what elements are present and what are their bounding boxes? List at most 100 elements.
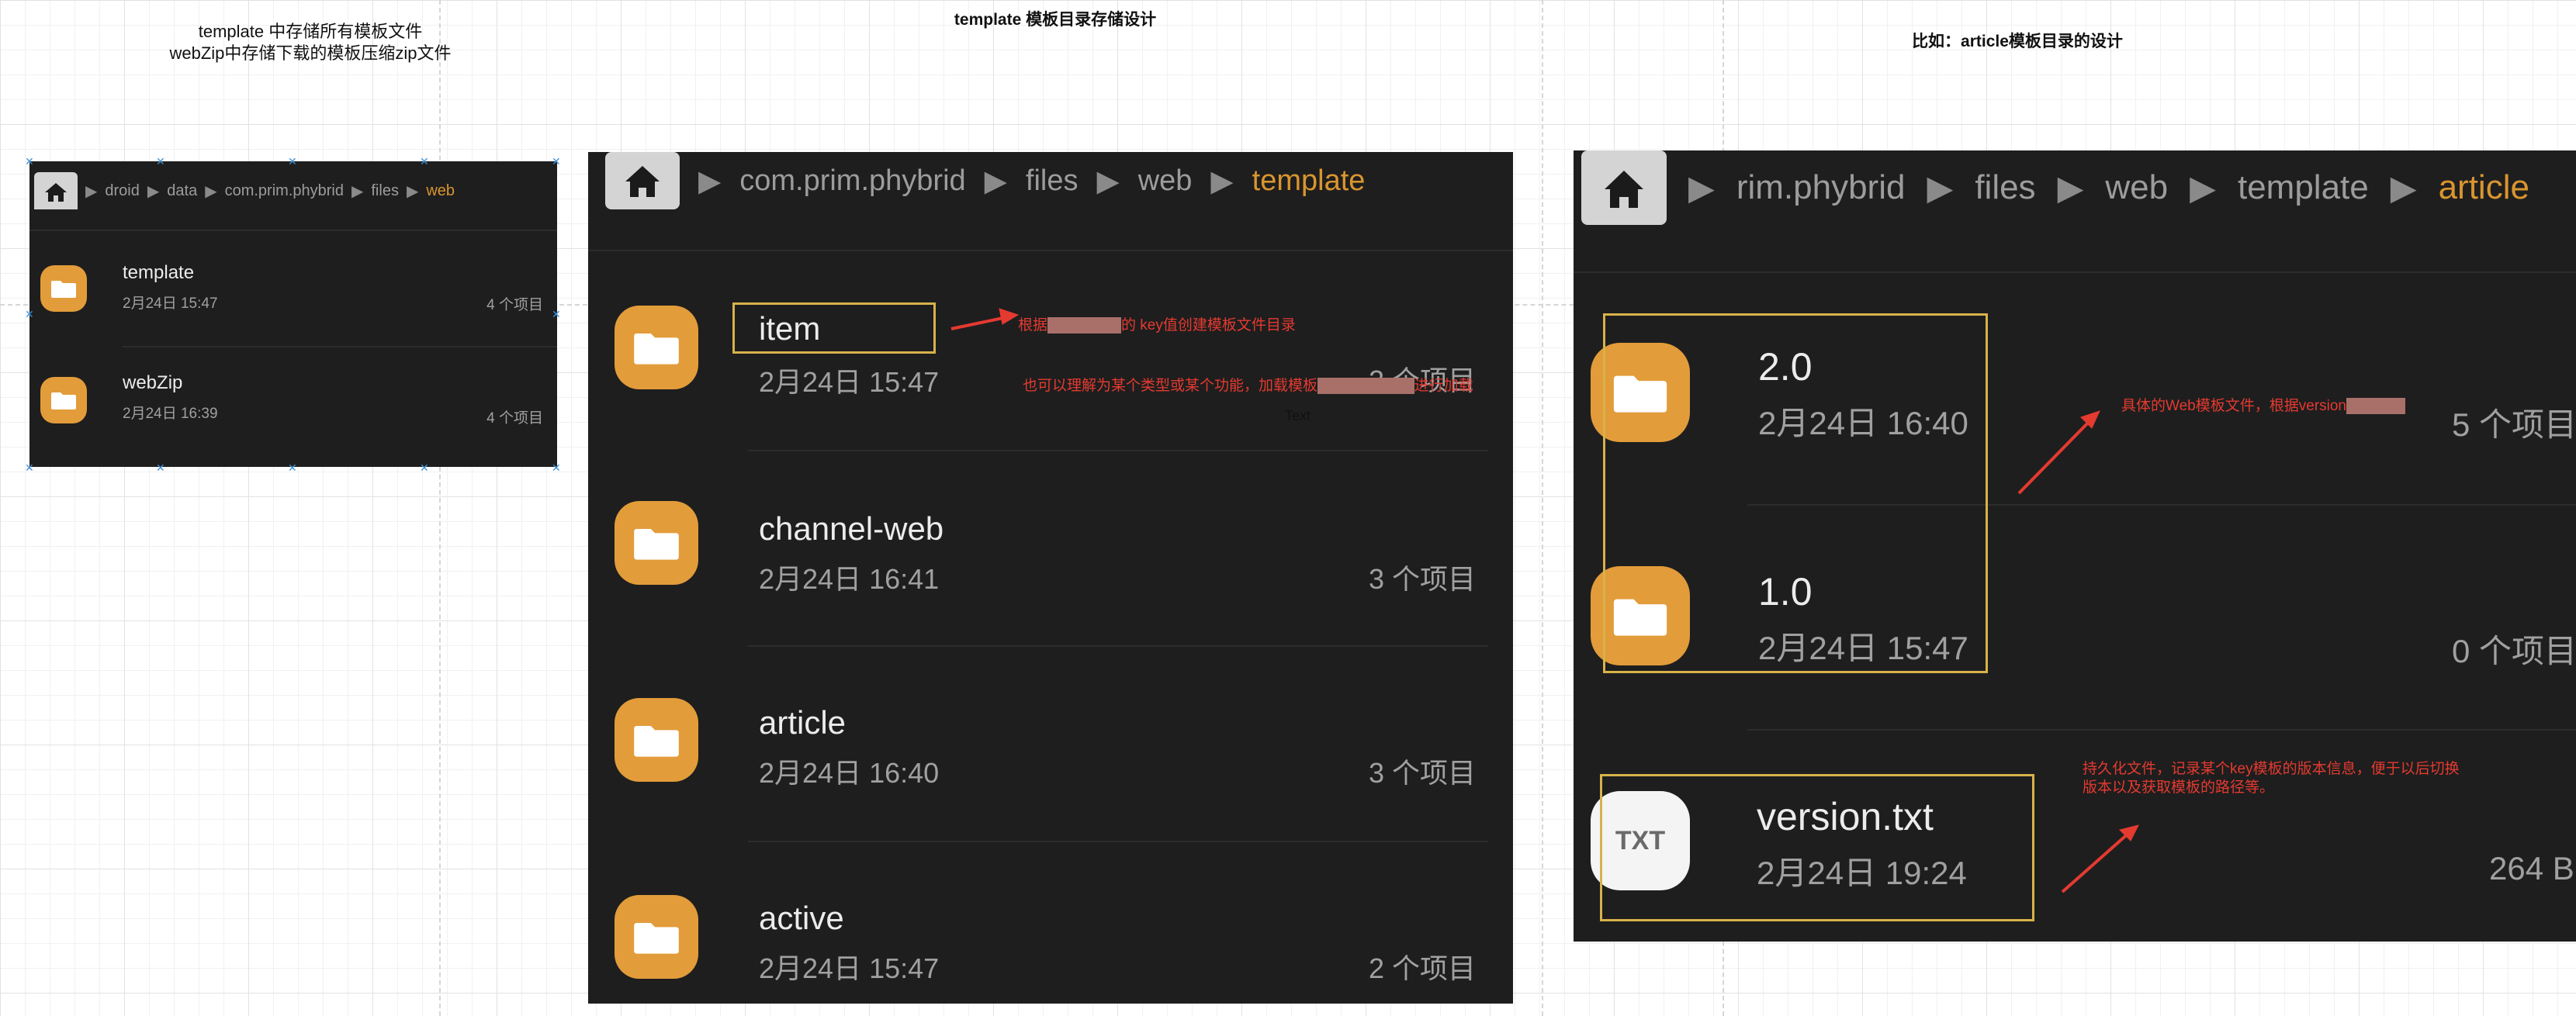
selection-handle[interactable]: ✕ (288, 462, 297, 473)
caption-left-line2: webZip中存储下载的模板压缩zip文件 (169, 43, 452, 63)
item-date: 2月24日 15:47 (759, 952, 940, 984)
annotation-redacted: 时根据这个key (1317, 378, 1414, 394)
folder-icon (40, 265, 87, 312)
chevron-right-icon: ▶ (1927, 168, 1954, 207)
selection-handle[interactable]: ✕ (420, 156, 429, 167)
annotation-text: 持久化文件，记录某个key模板的版本信息，便于以后切换 (2083, 761, 2460, 777)
divider (1747, 729, 2576, 731)
breadcrumb: ▶ com.prim.phybrid ▶ files ▶ web ▶ templ… (605, 152, 1365, 209)
chevron-right-icon: ▶ (984, 164, 1007, 198)
folder-icon (615, 306, 698, 389)
caption-left-line1: template 中存储所有模板文件 (198, 22, 423, 41)
guide-line (439, 0, 441, 1016)
highlight-box-version-file (1600, 774, 2034, 921)
annotation-text: 根据 (1018, 317, 1048, 333)
breadcrumb-item[interactable]: data (167, 182, 197, 200)
breadcrumb-active[interactable]: article (2439, 168, 2529, 207)
breadcrumb-item[interactable]: template (2238, 168, 2369, 207)
item-name: channel-web (759, 510, 944, 547)
chevron-right-icon: ▶ (1688, 168, 1715, 207)
breadcrumb-item[interactable]: com.prim.phybrid (225, 182, 344, 200)
breadcrumb-item[interactable]: com.prim.phybrid (739, 164, 965, 198)
breadcrumb-item[interactable]: files (1975, 168, 2035, 207)
selection-handle[interactable]: ✕ (156, 156, 165, 167)
annotation-text: 的 key值创建模板文件目录 (1121, 317, 1296, 333)
selection-handle[interactable]: ✕ (288, 156, 297, 167)
item-count: 2 个项目 (1368, 952, 1476, 984)
item-name: active (759, 900, 844, 936)
annotation-text: 版本以及获取模板的路径等。 (2083, 779, 2275, 796)
item-date: 2月24日 16:39 (123, 406, 218, 422)
item-date: 2月24日 16:40 (759, 757, 940, 789)
selection-handle[interactable]: ✕ (552, 309, 561, 320)
selection-handle[interactable]: ✕ (25, 156, 34, 167)
breadcrumb-active[interactable]: template (1252, 164, 1366, 198)
annotation-version-file: 持久化文件，记录某个key模板的版本信息，便于以后切换 版本以及获取模板的路径等… (2083, 760, 2571, 797)
chevron-right-icon: ▶ (2057, 168, 2084, 207)
panel-web-directory: ▶ droid ▶ data ▶ com.prim.phybrid ▶ file… (29, 161, 557, 467)
chevron-right-icon: ▶ (1210, 164, 1234, 198)
chevron-right-icon: ▶ (2190, 168, 2216, 207)
item-count: 3 个项目 (1368, 757, 1476, 789)
divider (29, 230, 557, 231)
breadcrumb-item[interactable]: files (371, 182, 399, 200)
breadcrumb-item[interactable]: rim.phybrid (1736, 168, 1906, 207)
folder-icon (615, 501, 698, 585)
chevron-right-icon: ▶ (2390, 168, 2417, 207)
folder-icon (615, 895, 698, 979)
selection-handle[interactable]: ✕ (25, 309, 34, 320)
home-icon[interactable] (605, 152, 680, 209)
selection-handle[interactable]: ✕ (552, 156, 561, 167)
breadcrumb-item[interactable]: files (1026, 164, 1079, 198)
annotation-redacted: 服务端返回 (1047, 317, 1122, 333)
item-count: 4 个项目 (486, 297, 543, 313)
item-date: 2月24日 15:47 (123, 295, 218, 312)
annotation-load-by-key: 也可以理解为某个类型或某个功能，加载模板时根据这个key进行加载 (1023, 377, 1480, 396)
breadcrumb-item[interactable]: droid (105, 182, 139, 200)
item-date: 2月24日 16:41 (759, 563, 940, 595)
selection-handle[interactable]: ✕ (420, 462, 429, 473)
annotation-redacted: 创建目录 (2346, 398, 2405, 414)
breadcrumb: ▶ rim.phybrid ▶ files ▶ web ▶ template ▶… (1581, 150, 2529, 225)
home-icon[interactable] (34, 172, 78, 209)
annotation-text: 也可以理解为某个类型或某个功能，加载模板 (1023, 378, 1318, 394)
item-name: template (123, 262, 195, 283)
home-icon[interactable] (1581, 150, 1667, 225)
caption-left: template 中存储所有模板文件 webZip中存储下载的模板压缩zip文件 (124, 21, 497, 64)
divider (748, 450, 1488, 451)
selection-handle[interactable]: ✕ (25, 462, 34, 473)
folder-icon (615, 698, 698, 782)
annotation-text: 具体的Web模板文件，根据version (2121, 398, 2346, 414)
annotation-text: 进行加载 (1414, 378, 1473, 394)
item-count: 264 B (2489, 850, 2574, 886)
folder-icon (40, 377, 87, 423)
selection-handle[interactable]: ✕ (156, 462, 165, 473)
breadcrumb-active[interactable]: web (426, 182, 455, 200)
divider (748, 645, 1488, 647)
divider (748, 841, 1488, 842)
chevron-right-icon: ▶ (406, 182, 419, 200)
item-count: 5 个项目 (2452, 406, 2576, 443)
divider (588, 250, 1513, 251)
chevron-right-icon: ▶ (205, 182, 217, 200)
divider (1574, 271, 2576, 273)
chevron-right-icon: ▶ (1096, 164, 1120, 198)
item-count: 3 个项目 (1368, 563, 1476, 595)
panel-template-directory: ▶ com.prim.phybrid ▶ files ▶ web ▶ templ… (588, 152, 1513, 1004)
selection-handle[interactable]: ✕ (552, 462, 561, 473)
chevron-right-icon: ▶ (698, 164, 722, 198)
highlight-box-versions (1603, 313, 1988, 673)
item-count: 0 个项目 (2452, 633, 2576, 669)
text-label: Text (1285, 408, 1311, 423)
breadcrumb: ▶ droid ▶ data ▶ com.prim.phybrid ▶ file… (34, 169, 455, 213)
breadcrumb-item[interactable]: web (2105, 168, 2168, 207)
caption-middle: template 模板目录存储设计 (954, 11, 1157, 29)
item-date: 2月24日 15:47 (759, 366, 940, 398)
annotation-key-directory: 根据服务端返回的 key值创建模板文件目录 (1018, 316, 1296, 335)
chevron-right-icon: ▶ (351, 182, 364, 200)
breadcrumb-item[interactable]: web (1138, 164, 1193, 198)
annotation-web-template-files: 具体的Web模板文件，根据version创建目录 (2121, 397, 2405, 416)
divider (123, 346, 557, 347)
item-name: webZip (123, 372, 183, 393)
guide-line (1542, 0, 1543, 1016)
